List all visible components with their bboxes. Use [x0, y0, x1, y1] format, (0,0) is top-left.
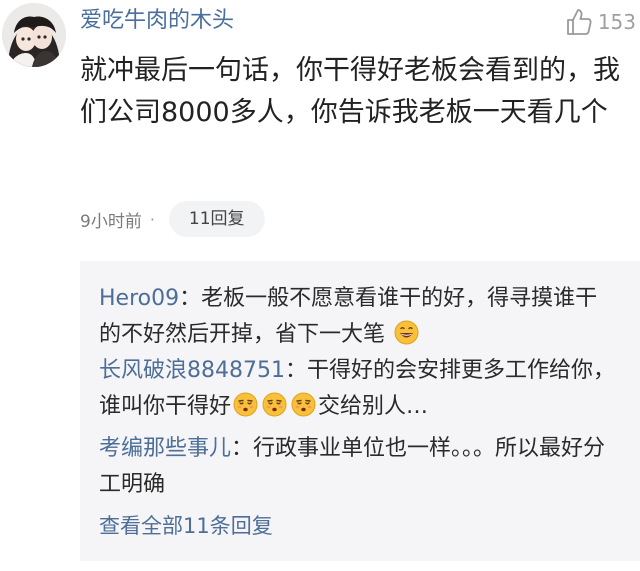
- reply-text-tail: 交给别人…: [318, 394, 429, 419]
- comment-meta: 9小时前 · 11回复: [80, 199, 265, 239]
- avatar[interactable]: [2, 3, 66, 67]
- reply-colon: ：: [231, 436, 254, 461]
- comment-time: 9小时前: [80, 211, 142, 232]
- smirk-emoji-icon: [262, 392, 287, 417]
- like-button[interactable]: 153: [564, 6, 636, 38]
- reply-author[interactable]: Hero09: [99, 286, 179, 311]
- reply-item[interactable]: 考编那些事儿：行政事业单位也一样。。。所以最好分工明确: [99, 431, 619, 503]
- grin-emoji-icon: [394, 320, 419, 345]
- smirk-emoji-icon: [291, 392, 316, 417]
- replies-panel: Hero09：老板一般不愿意看谁干的好，得寻摸谁干的不好然后开掉，省下一大笔 长…: [80, 261, 640, 561]
- reply-author[interactable]: 考编那些事儿: [99, 436, 231, 461]
- meta-separator: ·: [149, 209, 155, 229]
- thumbs-up-icon: [564, 7, 594, 37]
- smirk-emoji-icon: [233, 392, 258, 417]
- reply-item[interactable]: Hero09：老板一般不愿意看谁干的好，得寻摸谁干的不好然后开掉，省下一大笔: [99, 281, 619, 353]
- comment-text: 就冲最后一句话，你干得好老板会看到的，我们公司8000多人，你告诉我老板一天看几…: [80, 55, 620, 128]
- reply-count-button[interactable]: 11回复: [168, 201, 265, 237]
- comment-card: 爱吃牛肉的木头 153 就冲最后一句话，你干得好老板会看到的，我们公司8000多…: [0, 0, 640, 571]
- like-count: 153: [597, 10, 636, 34]
- reply-item[interactable]: 长风破浪8848751：干得好的会安排更多工作给你，谁叫你干得好 交给别人…: [99, 353, 619, 425]
- reply-colon: ：: [284, 358, 307, 383]
- view-all-replies-link[interactable]: 查看全部11条回复: [99, 511, 273, 541]
- avatar-illustration: [2, 3, 66, 67]
- reply-author[interactable]: 长风破浪8848751: [99, 358, 285, 383]
- reply-colon: ：: [179, 286, 202, 311]
- comment-username[interactable]: 爱吃牛肉的木头: [80, 6, 234, 36]
